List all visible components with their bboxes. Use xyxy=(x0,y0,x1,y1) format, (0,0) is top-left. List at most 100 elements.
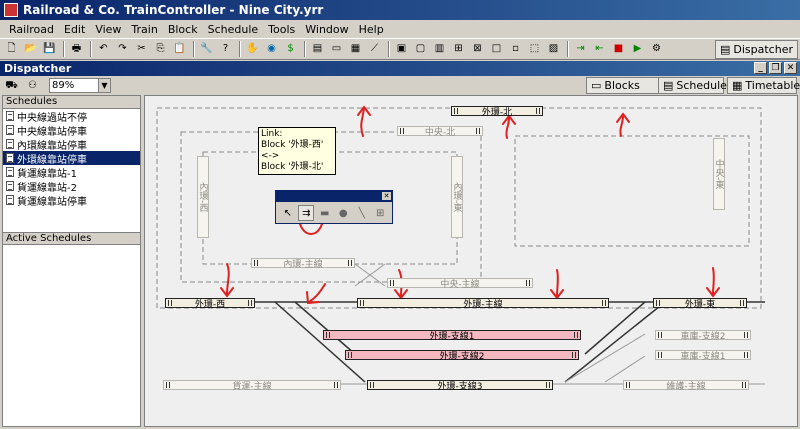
schedule-icon xyxy=(6,181,14,191)
switch-icon[interactable]: ⟋ xyxy=(366,41,383,58)
print-icon[interactable]: 🖶 xyxy=(68,41,85,58)
block-outer-east[interactable]: 外環-東 xyxy=(653,298,747,310)
restore-icon[interactable]: ❐ xyxy=(769,62,782,74)
block-inner-main[interactable]: 內環-主線 xyxy=(251,258,355,270)
close-icon[interactable]: ✕ xyxy=(382,192,391,200)
block-outer-branch3[interactable]: 外環-支線3 xyxy=(367,380,553,392)
schedule-label: 貨運線靠站-1 xyxy=(17,168,77,180)
block-maintenance-main[interactable]: 維護-主線 xyxy=(623,380,749,392)
record-icon[interactable]: ■ xyxy=(610,41,627,58)
schedule-item[interactable]: 貨運線靠站-1 xyxy=(3,165,140,180)
train-icon[interactable]: ▭ xyxy=(328,41,345,58)
block-outer-branch1[interactable]: 外環-支線1 xyxy=(323,330,581,342)
block-inner-east[interactable]: 內環-東 xyxy=(451,156,463,238)
floating-toolbar-titlebar[interactable]: ✕ xyxy=(276,191,392,202)
block-inner-west[interactable]: 內環-西 xyxy=(197,156,209,238)
box-icon[interactable]: ▫ xyxy=(507,41,524,58)
play-icon[interactable]: ▶ xyxy=(629,41,646,58)
undo-icon[interactable]: ↶ xyxy=(95,41,112,58)
menu-train[interactable]: Train xyxy=(126,23,162,36)
close-icon[interactable]: ✕ xyxy=(784,62,797,74)
zoom-select[interactable]: 89% ▼ xyxy=(49,78,111,93)
tab-timetables[interactable]: ▦ Timetables xyxy=(727,77,800,94)
block-outer-branch2[interactable]: 外環-支線2 xyxy=(345,350,579,362)
track-diagram[interactable]: 外環-北 中央-北 內環-西 內環-東 中央-東 內環-主線 中央-主線 外環-… xyxy=(144,95,798,427)
pointer-icon[interactable]: ↖ xyxy=(280,205,295,221)
menu-help[interactable]: Help xyxy=(354,23,389,36)
schedule-item[interactable]: 貨運線靠站-2 xyxy=(3,179,140,194)
grid-icon[interactable]: ▣ xyxy=(393,41,410,58)
tooltip-line: Block '外環-西' xyxy=(261,140,324,150)
toolbar-separator xyxy=(388,41,390,57)
title-bar: Railroad & Co. TrainController - Nine Ci… xyxy=(0,0,800,20)
wrench-icon[interactable]: 🔧 xyxy=(198,41,215,58)
tooltip-line: <-> xyxy=(261,151,280,161)
chevron-down-icon[interactable]: ▼ xyxy=(98,79,110,92)
stop-hand-icon[interactable]: ✋ xyxy=(244,41,261,58)
schedule-item-selected[interactable]: 外環線靠站停車 xyxy=(3,151,140,166)
cross-icon[interactable]: ⊠ xyxy=(469,41,486,58)
block-label: 外環-支線2 xyxy=(439,351,485,362)
menu-tools[interactable]: Tools xyxy=(263,23,300,36)
toolbar-separator xyxy=(193,41,195,57)
globe-icon[interactable]: ◉ xyxy=(263,41,280,58)
dispatcher-tab[interactable]: ▤ Dispatcher xyxy=(714,40,798,59)
block-vehicle-branch1[interactable]: 車庫-支線1 xyxy=(655,350,751,362)
diagonal-tool-icon[interactable]: ╲ xyxy=(354,205,369,221)
menu-schedule[interactable]: Schedule xyxy=(203,23,264,36)
block-central-east[interactable]: 中央-東 xyxy=(713,138,725,210)
settings-icon[interactable]: ⚙ xyxy=(648,41,665,58)
exit-icon[interactable]: ⇥ xyxy=(572,41,589,58)
block-central-main[interactable]: 中央-主線 xyxy=(387,278,533,290)
block-outer-west[interactable]: 外環-西 xyxy=(165,298,255,310)
floating-edit-toolbar[interactable]: ✕ ↖ ⇉ ▬ ● ╲ ⊞ xyxy=(275,190,393,224)
schedule-label: 內環線靠站停車 xyxy=(17,140,87,152)
schedule-item[interactable]: 內環線靠站停車 xyxy=(3,137,140,152)
tab-blocks[interactable]: ▭ Blocks xyxy=(586,77,664,94)
route-icon[interactable]: ⚇ xyxy=(24,77,41,94)
signal-icon[interactable]: ▤ xyxy=(309,41,326,58)
frame-icon[interactable]: ⊞ xyxy=(450,41,467,58)
new-file-icon[interactable]: 🗋 xyxy=(3,41,20,58)
minimize-icon[interactable]: _ xyxy=(754,62,767,74)
block-freight-main[interactable]: 貨運-主線 xyxy=(163,380,341,392)
menu-railroad[interactable]: Railroad xyxy=(4,23,59,36)
dispatcher-tab-label: Dispatcher xyxy=(733,43,793,56)
menu-edit[interactable]: Edit xyxy=(59,23,90,36)
schedule-item[interactable]: 貨運線靠站停車 xyxy=(3,193,140,208)
help-icon[interactable]: ? xyxy=(217,41,234,58)
dashed-box-icon[interactable]: ⬚ xyxy=(526,41,543,58)
redo-icon[interactable]: ↷ xyxy=(114,41,131,58)
dispatcher-title: Dispatcher xyxy=(4,62,72,75)
schedule-item[interactable]: 中央線過站不停 xyxy=(3,109,140,124)
copy-icon[interactable]: ⎘ xyxy=(152,41,169,58)
block-outer-north[interactable]: 外環-北 xyxy=(451,106,543,118)
block-outer-main[interactable]: 外環-主線 xyxy=(357,298,609,310)
menu-block[interactable]: Block xyxy=(163,23,203,36)
schedule-item[interactable]: 中央線靠站停車 xyxy=(3,123,140,138)
paste-icon[interactable]: 📋 xyxy=(171,41,188,58)
tab-schedules[interactable]: ▤ Schedules xyxy=(658,77,733,94)
cut-icon[interactable]: ✂ xyxy=(133,41,150,58)
enter-icon[interactable]: ⇤ xyxy=(591,41,608,58)
schedule-icon xyxy=(6,195,14,205)
block-label: 外環-北 xyxy=(481,107,513,118)
view-icon[interactable]: ▨ xyxy=(545,41,562,58)
open-folder-icon[interactable]: 📂 xyxy=(22,41,39,58)
save-icon[interactable]: 💾 xyxy=(41,41,58,58)
menu-view[interactable]: View xyxy=(90,23,126,36)
block-central-north[interactable]: 中央-北 xyxy=(397,126,483,138)
marker-tool-icon[interactable]: ● xyxy=(336,205,351,221)
layout-icon[interactable]: ▥ xyxy=(431,41,448,58)
block-icon[interactable]: ▦ xyxy=(347,41,364,58)
app-title: Railroad & Co. TrainController - Nine Ci… xyxy=(23,3,324,17)
locomotive-icon[interactable]: ⛟ xyxy=(3,77,20,94)
block-tool-icon[interactable]: ▬ xyxy=(317,205,332,221)
block-vehicle-branch2[interactable]: 車庫-支線2 xyxy=(655,330,751,342)
menu-window[interactable]: Window xyxy=(300,23,353,36)
panel-icon[interactable]: ▢ xyxy=(412,41,429,58)
dollar-icon[interactable]: $ xyxy=(282,41,299,58)
grid-tool-icon[interactable]: ⊞ xyxy=(372,205,387,221)
square-icon[interactable]: □ xyxy=(488,41,505,58)
link-blocks-icon[interactable]: ⇉ xyxy=(298,205,315,221)
